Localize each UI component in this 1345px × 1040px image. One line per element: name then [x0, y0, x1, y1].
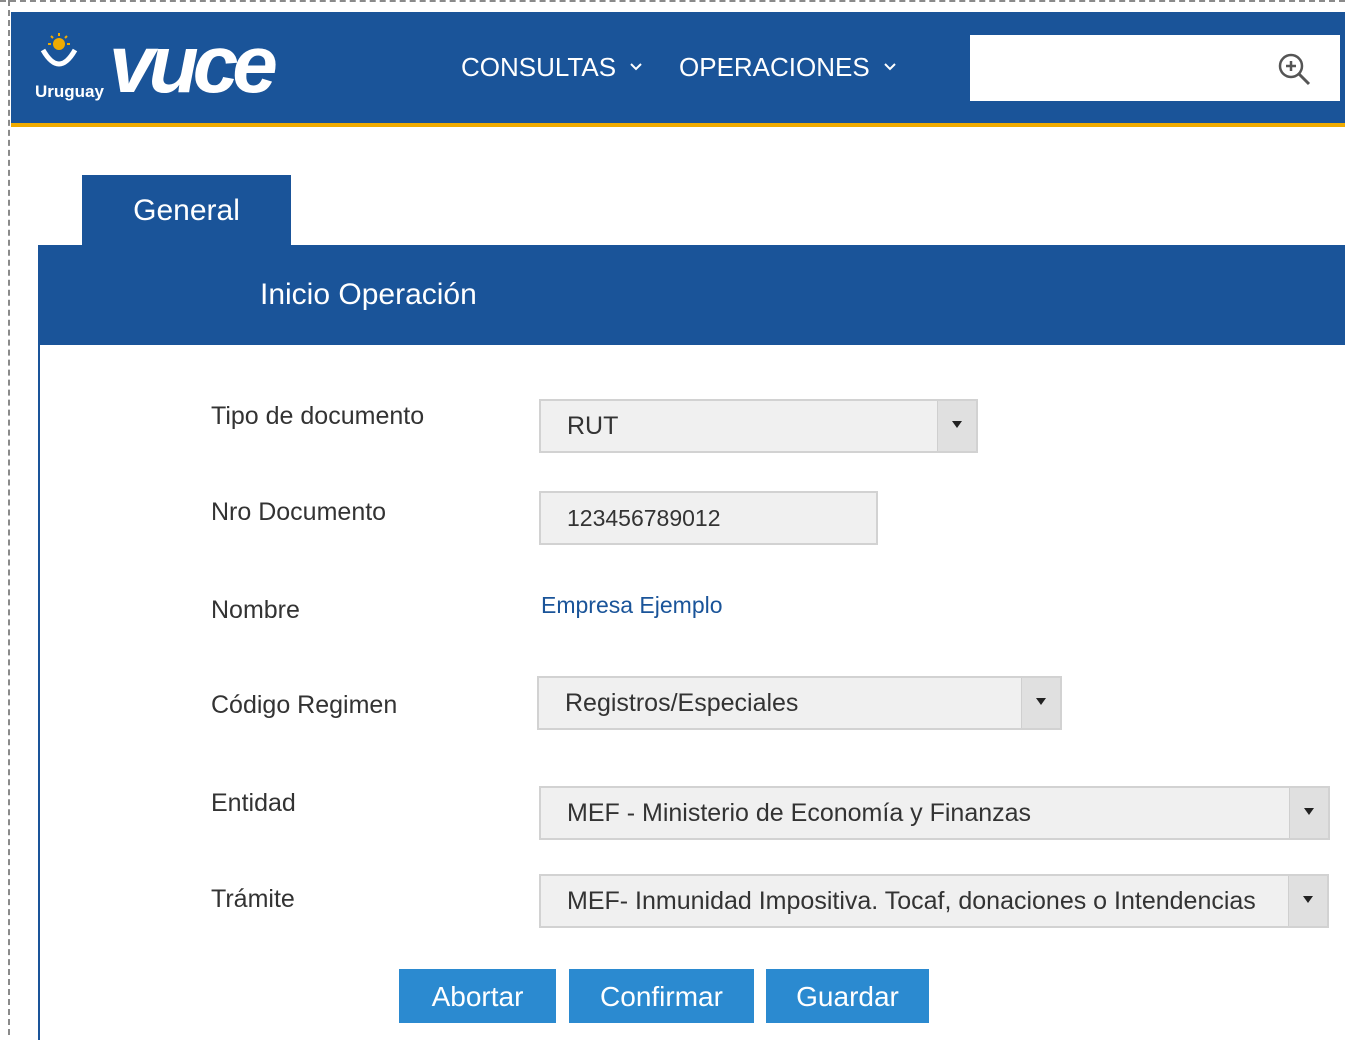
codigo-regimen-label: Código Regimen — [211, 691, 398, 719]
tipo-documento-select[interactable]: RUT — [539, 399, 978, 453]
nav-operaciones-label: OPERACIONES — [679, 52, 870, 82]
tab-general[interactable]: General — [82, 175, 291, 247]
tipo-documento-label: Tipo de documento — [211, 402, 425, 430]
search-input[interactable] — [970, 35, 1260, 101]
nro-documento-field-box — [539, 491, 878, 545]
caret-down-icon — [952, 421, 962, 428]
nro-documento-label: Nro Documento — [211, 498, 387, 526]
chevron-down-icon — [630, 63, 642, 71]
tramite-value: MEF- Inmunidad Impositiva. Tocaf, donaci… — [567, 887, 1256, 915]
crop-border-top — [0, 0, 1345, 2]
vuce-logo[interactable]: vuce — [109, 20, 278, 110]
crop-border-left — [8, 0, 10, 1035]
dropdown-arrow — [1021, 678, 1060, 728]
nro-documento-input[interactable] — [541, 493, 876, 543]
panel-header: Inicio Operación — [40, 245, 1345, 345]
panel-title: Inicio Operación — [260, 278, 477, 311]
nav-operaciones[interactable]: OPERACIONES — [679, 52, 898, 82]
abort-button[interactable]: Abortar — [399, 969, 556, 1023]
chevron-down-icon — [884, 63, 896, 71]
entidad-label: Entidad — [211, 789, 296, 817]
save-button[interactable]: Guardar — [766, 969, 929, 1023]
dropdown-arrow — [1289, 788, 1328, 838]
tramite-label: Trámite — [211, 885, 295, 913]
logo-country-text: Uruguay — [35, 82, 104, 101]
entidad-select[interactable]: MEF - Ministerio de Economía y Finanzas — [539, 786, 1330, 840]
entidad-value: MEF - Ministerio de Economía y Finanzas — [567, 799, 1032, 827]
nav-consultas-label: CONSULTAS — [461, 52, 617, 82]
confirm-button[interactable]: Confirmar — [569, 969, 754, 1023]
nombre-label: Nombre — [211, 596, 300, 624]
codigo-regimen-value: Registros/Especiales — [565, 689, 799, 717]
zoom-in-search-icon[interactable] — [1276, 51, 1312, 87]
tramite-select[interactable]: MEF- Inmunidad Impositiva. Tocaf, donaci… — [539, 874, 1329, 928]
caret-down-icon — [1036, 698, 1046, 705]
nav-consultas[interactable]: CONSULTAS — [461, 52, 644, 82]
search-box — [970, 35, 1340, 101]
nombre-value: Empresa Ejemplo — [541, 592, 723, 618]
top-navbar: Uruguay vuce CONSULTAS OPERACIONES — [11, 12, 1345, 127]
caret-down-icon — [1303, 896, 1313, 903]
sun-logo-icon — [40, 33, 78, 67]
dropdown-arrow — [937, 401, 976, 451]
tipo-documento-value: RUT — [567, 412, 619, 440]
codigo-regimen-select[interactable]: Registros/Especiales — [537, 676, 1062, 730]
caret-down-icon — [1304, 808, 1314, 815]
dropdown-arrow — [1288, 876, 1327, 926]
